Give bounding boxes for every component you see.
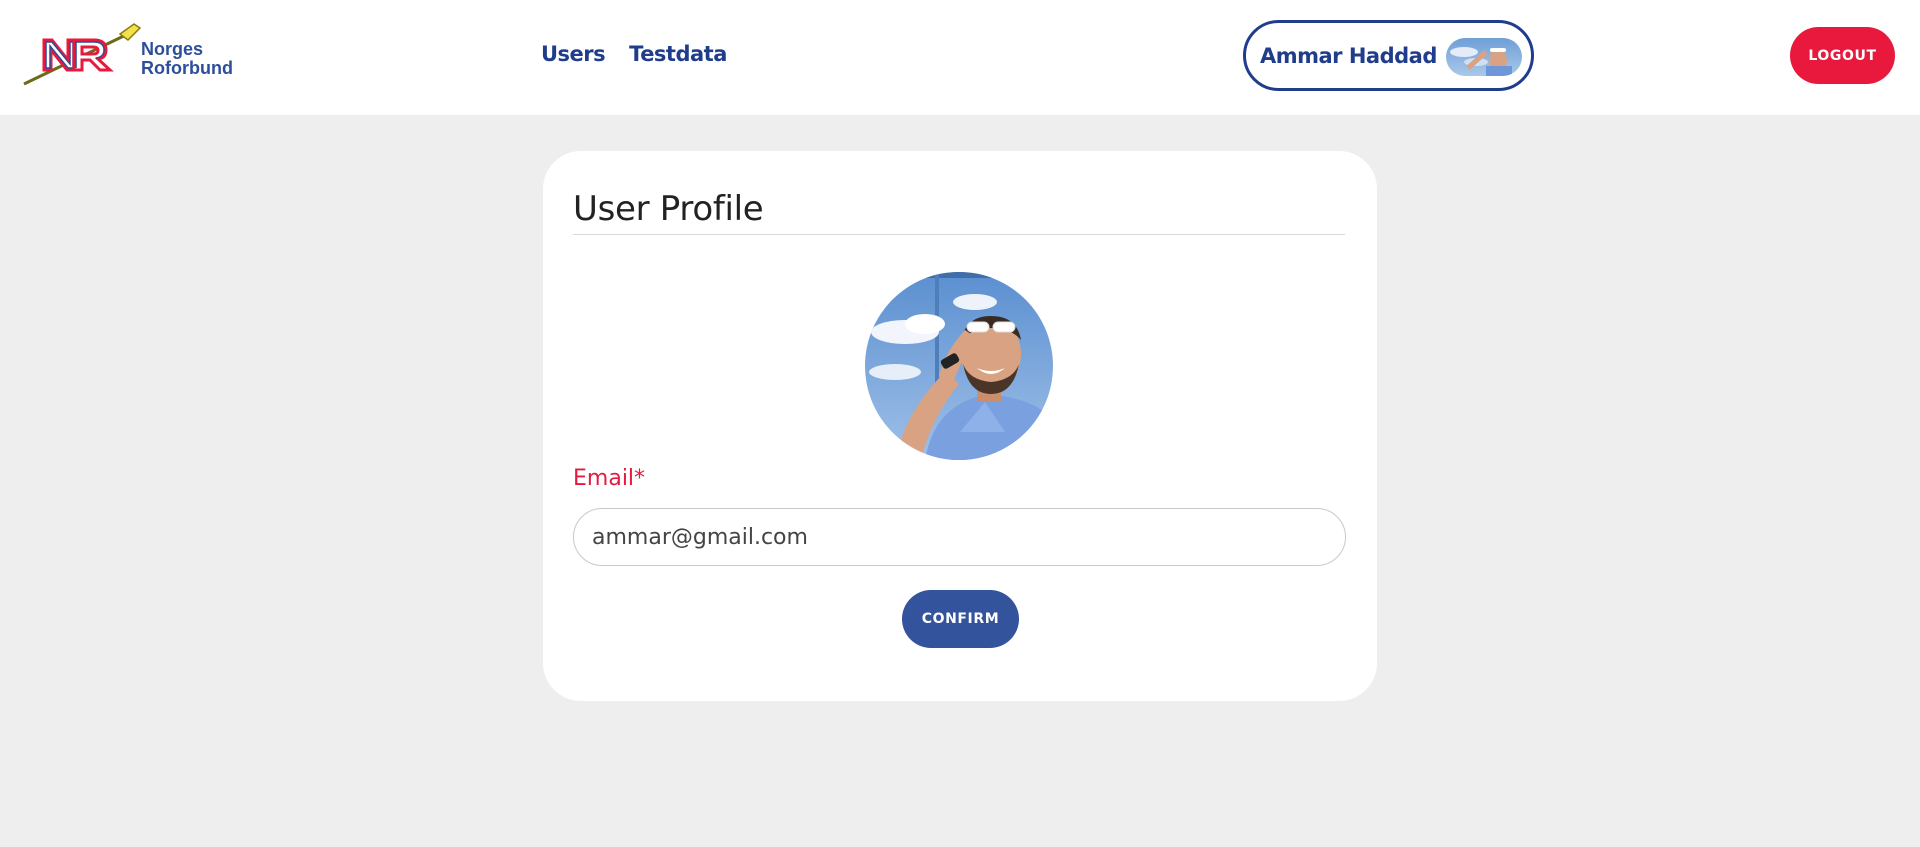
confirm-button[interactable]: CONFIRM (902, 590, 1019, 648)
user-profile-card: User Profile Email* ammar@gmail.com CONF… (543, 151, 1377, 701)
logo-wordmark: Norges Roforbund (141, 40, 233, 78)
user-name: Ammar Haddad (1260, 43, 1437, 68)
email-field[interactable] (573, 508, 1346, 566)
logout-button[interactable]: LOGOUT (1790, 27, 1895, 84)
profile-avatar[interactable] (865, 272, 1053, 460)
user-avatar-thumbnail (1446, 38, 1522, 76)
logo-line-1: Norges (141, 39, 204, 59)
nav-users-link[interactable]: Users (541, 42, 606, 66)
norges-roforbund-logo[interactable]: Norges Roforbund (22, 22, 254, 88)
top-navbar: Norges Roforbund Users Testdata Ammar Ha… (0, 0, 1920, 115)
title-divider (573, 234, 1345, 235)
nav-testdata-link[interactable]: Testdata (629, 42, 727, 66)
page-title: User Profile (573, 189, 764, 229)
logo-line-2: Roforbund (141, 58, 233, 78)
user-profile-chip[interactable]: Ammar Haddad (1243, 20, 1534, 91)
email-label: Email* (573, 466, 646, 491)
user-photo-icon (865, 272, 1053, 460)
main-nav: Users Testdata (541, 42, 727, 66)
